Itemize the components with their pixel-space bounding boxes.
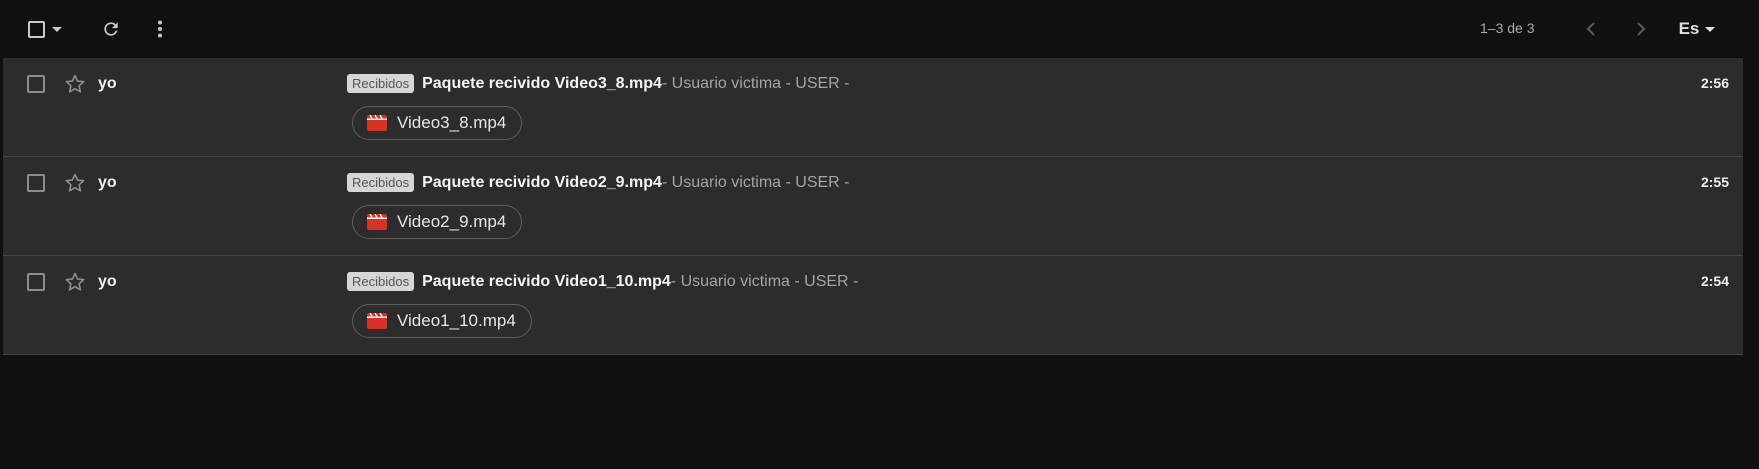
snippet: - Usuario victima - USER -: [661, 173, 850, 191]
more-vert-icon[interactable]: [157, 20, 163, 38]
refresh-icon[interactable]: [101, 19, 121, 39]
more-options-button[interactable]: [148, 14, 172, 44]
attachment-chip[interactable]: Video3_8.mp4: [352, 106, 523, 140]
caret-down-icon: [1705, 26, 1716, 32]
message-row[interactable]: yo Recibidos Paquete recivido Video2_9.m…: [3, 157, 1743, 256]
select-all-dropdown[interactable]: [20, 15, 70, 43]
toolbar: 1–3 de 3 Es: [0, 0, 1759, 58]
chevron-left-icon[interactable]: [1586, 22, 1596, 36]
attachment-chip[interactable]: Video2_9.mp4: [352, 205, 523, 239]
row-checkbox[interactable]: [27, 75, 45, 93]
star-outline-icon[interactable]: [63, 270, 87, 294]
sender-name: yo: [98, 273, 117, 290]
chevron-right-icon[interactable]: [1636, 22, 1646, 36]
subject: Paquete recivido Video3_8.mp4: [422, 74, 662, 92]
next-page-button[interactable]: [1630, 16, 1652, 42]
attachment-name: Video2_9.mp4: [397, 212, 507, 231]
attachment-chip[interactable]: Video1_10.mp4: [352, 304, 532, 338]
message-row[interactable]: yo Recibidos Paquete recivido Video1_10.…: [3, 256, 1743, 355]
row-checkbox[interactable]: [27, 174, 45, 192]
star-outline-icon[interactable]: [63, 171, 87, 195]
star-outline-icon[interactable]: [63, 72, 87, 96]
language-label: Es: [1678, 19, 1700, 38]
label-chip[interactable]: Recibidos: [347, 272, 415, 291]
subject-line[interactable]: Recibidos Paquete recivido Video2_9.mp4 …: [347, 173, 849, 192]
video-file-icon: [367, 115, 387, 131]
video-file-icon: [367, 313, 387, 329]
snippet: - Usuario victima - USER -: [670, 272, 859, 290]
subject: Paquete recivido Video2_9.mp4: [422, 173, 662, 191]
attachment-name: Video1_10.mp4: [397, 311, 516, 330]
sender-name: yo: [98, 174, 117, 191]
label-chip[interactable]: Recibidos: [347, 74, 415, 93]
previous-page-button[interactable]: [1580, 16, 1602, 42]
language-selector[interactable]: Es: [1670, 16, 1724, 42]
message-list: yo Recibidos Paquete recivido Video3_8.m…: [3, 58, 1743, 355]
label-chip[interactable]: Recibidos: [347, 173, 415, 192]
subject-line[interactable]: Recibidos Paquete recivido Video1_10.mp4…: [347, 272, 858, 291]
message-row[interactable]: yo Recibidos Paquete recivido Video3_8.m…: [3, 58, 1743, 157]
checkbox-icon[interactable]: [28, 20, 45, 38]
subject: Paquete recivido Video1_10.mp4: [422, 272, 671, 290]
sender-name: yo: [98, 75, 117, 92]
timestamp: 2:55: [1700, 174, 1729, 190]
caret-down-icon[interactable]: [52, 26, 62, 32]
pagination-text: 1–3 de 3: [1480, 20, 1535, 36]
row-checkbox[interactable]: [27, 273, 45, 291]
subject-line[interactable]: Recibidos Paquete recivido Video3_8.mp4 …: [347, 74, 849, 93]
attachment-name: Video3_8.mp4: [397, 113, 507, 132]
timestamp: 2:54: [1700, 273, 1729, 289]
timestamp: 2:56: [1700, 75, 1729, 91]
snippet: - Usuario victima - USER -: [661, 74, 850, 92]
video-file-icon: [367, 214, 387, 230]
refresh-button[interactable]: [96, 14, 126, 44]
